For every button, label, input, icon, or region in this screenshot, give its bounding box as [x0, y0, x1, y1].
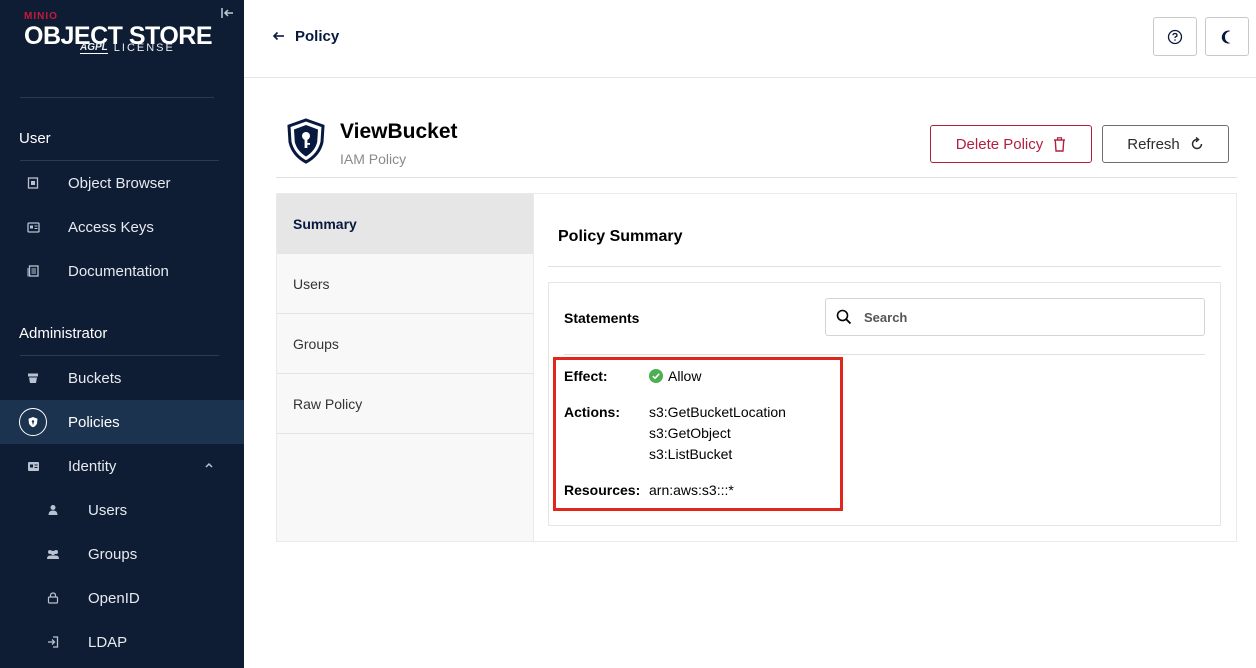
back-link[interactable]: Policy	[272, 28, 339, 45]
sidebar: MINIO OBJECT STORE AGPL LICENSE User Obj…	[0, 0, 244, 668]
sidebar-item-label: Access Keys	[68, 218, 154, 236]
collapse-sidebar-icon[interactable]	[218, 6, 236, 24]
sidebar-item-buckets[interactable]: Buckets	[0, 356, 244, 400]
sidebar-item-object-browser[interactable]: Object Browser	[0, 161, 244, 205]
tab-summary[interactable]: Summary	[277, 194, 533, 254]
sidebar-item-identity[interactable]: Identity	[0, 444, 244, 488]
sidebar-item-policies[interactable]: Policies	[0, 400, 244, 444]
sidebar-item-users[interactable]: Users	[0, 488, 244, 532]
sidebar-item-label: Groups	[88, 545, 138, 563]
check-circle-icon	[649, 369, 663, 383]
action-item: s3:GetBucketLocation	[649, 404, 786, 420]
buckets-icon	[19, 364, 47, 392]
policy-name: ViewBucket	[340, 120, 458, 143]
brand-minio: MINIO	[24, 11, 58, 22]
sidebar-item-label: Policies	[68, 413, 120, 431]
content-divider	[548, 266, 1221, 267]
identity-icon	[19, 452, 47, 480]
sidebar-item-label: Identity	[68, 457, 117, 475]
sidebar-item-label: Users	[88, 501, 128, 519]
help-button[interactable]	[1153, 17, 1197, 56]
sidebar-item-label: Documentation	[68, 262, 169, 280]
policy-shield-icon	[286, 118, 326, 164]
sidebar-item-openid[interactable]: OpenID	[0, 576, 244, 620]
sidebar-item-documentation[interactable]: Documentation	[0, 249, 244, 293]
search-input[interactable]	[864, 309, 1184, 325]
user-icon	[39, 496, 67, 524]
delete-policy-button[interactable]: Delete Policy	[930, 125, 1092, 163]
refresh-icon	[1191, 137, 1203, 150]
vertical-tabs: Summary Users Groups Raw Policy	[277, 194, 534, 541]
policy-summary-title: Policy Summary	[558, 228, 683, 245]
search-icon	[836, 309, 852, 325]
policies-icon	[19, 408, 47, 436]
search-field[interactable]	[825, 298, 1205, 336]
trash-icon	[1054, 136, 1066, 152]
sidebar-item-ldap[interactable]: LDAP	[0, 620, 244, 664]
action-item: s3:ListBucket	[649, 446, 733, 462]
statements-divider	[564, 354, 1205, 355]
help-icon	[1167, 29, 1183, 44]
effect-value: Allow	[668, 368, 702, 384]
object-browser-icon	[19, 169, 47, 197]
sidebar-item-label: LDAP	[88, 633, 128, 651]
moon-icon	[1221, 30, 1231, 44]
groups-icon	[39, 540, 67, 568]
refresh-label: Refresh	[1127, 135, 1180, 153]
statements-label: Statements	[564, 310, 640, 326]
back-label: Policy	[295, 28, 340, 45]
agpl-logo: AGPL	[80, 42, 108, 54]
openid-icon	[39, 584, 67, 612]
sidebar-item-label: Buckets	[68, 369, 122, 387]
resources-label: Resources:	[564, 482, 641, 498]
sidebar-item-access-keys[interactable]: Access Keys	[0, 205, 244, 249]
tab-groups[interactable]: Groups	[277, 314, 533, 374]
ldap-icon	[39, 628, 67, 656]
license-label: LICENSE	[113, 42, 175, 54]
sidebar-item-label: Object Browser	[68, 174, 171, 192]
effect-label: Effect:	[564, 368, 608, 384]
back-arrow-icon	[272, 28, 285, 45]
header-divider	[276, 177, 1237, 178]
delete-policy-label: Delete Policy	[955, 135, 1044, 153]
sidebar-item-groups[interactable]: Groups	[0, 532, 244, 576]
action-item: s3:GetObject	[649, 425, 731, 441]
dark-mode-button[interactable]	[1205, 17, 1249, 56]
sidebar-item-label: OpenID	[88, 589, 140, 607]
documentation-icon	[19, 257, 47, 285]
resources-value: arn:aws:s3:::*	[649, 482, 734, 498]
brand-license: AGPL LICENSE	[80, 42, 244, 54]
section-title-user: User	[19, 130, 51, 147]
brand-divider	[20, 97, 214, 98]
actions-label: Actions:	[564, 404, 620, 420]
top-bar: Policy	[244, 0, 1256, 78]
access-keys-icon	[19, 213, 47, 241]
section-title-administrator: Administrator	[19, 325, 108, 342]
tab-raw-policy[interactable]: Raw Policy	[277, 374, 533, 434]
chevron-up-icon[interactable]	[204, 460, 214, 472]
policy-type: IAM Policy	[340, 151, 407, 167]
tab-users[interactable]: Users	[277, 254, 533, 314]
refresh-button[interactable]: Refresh	[1102, 125, 1229, 163]
